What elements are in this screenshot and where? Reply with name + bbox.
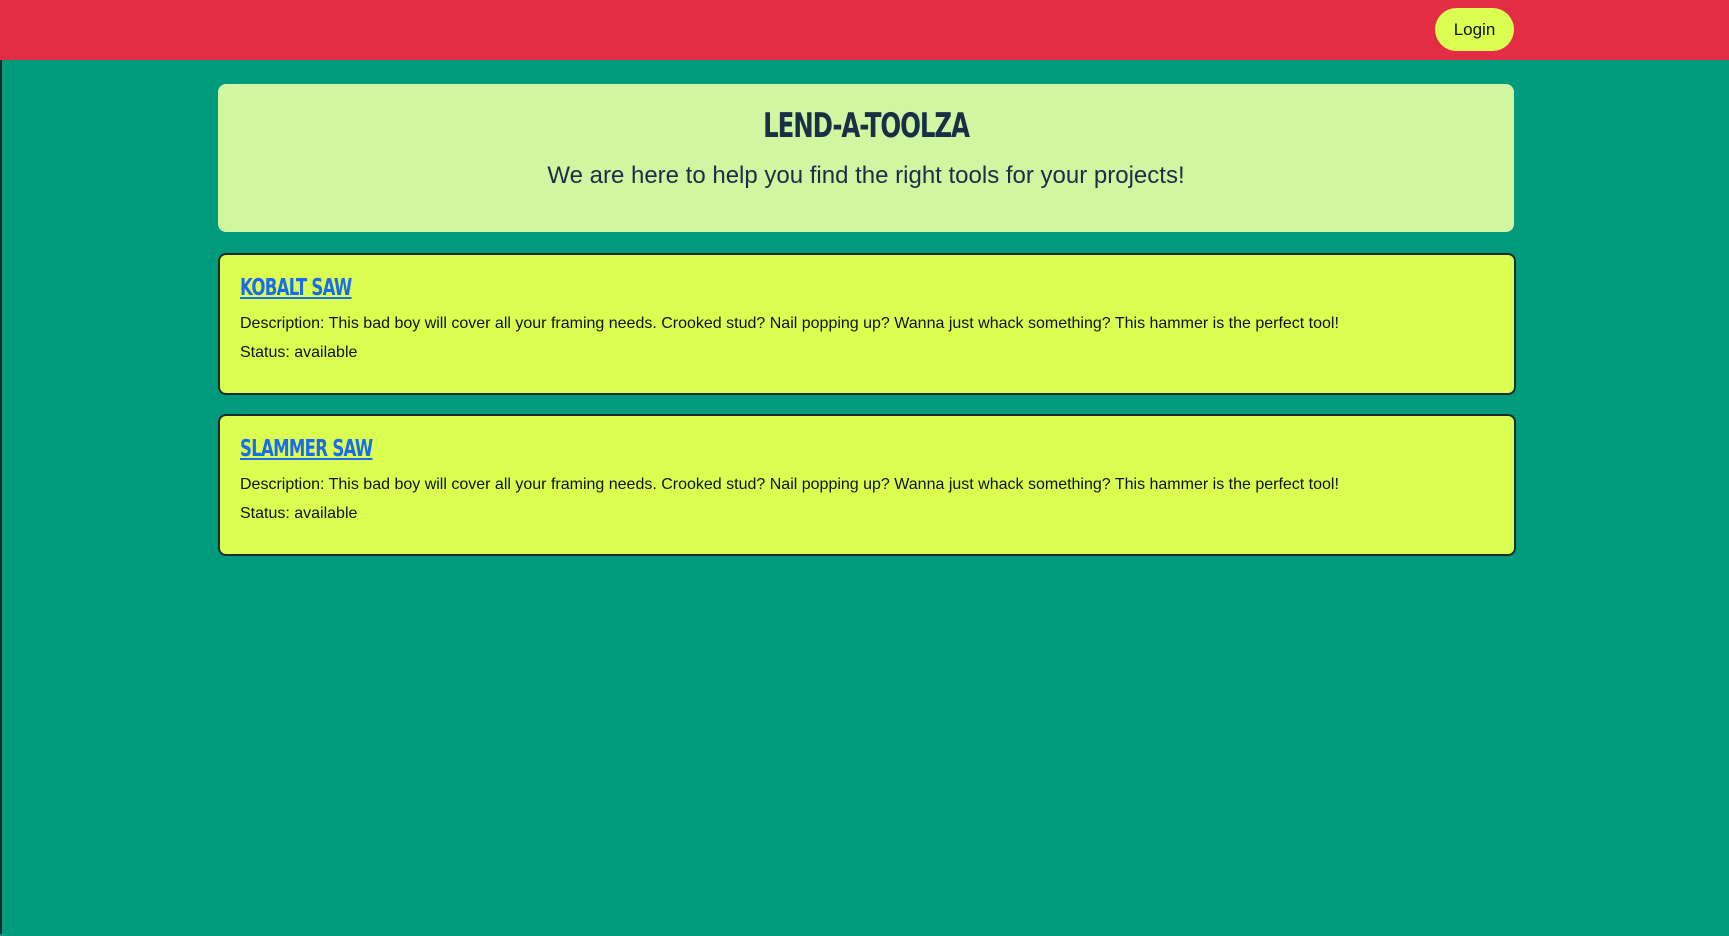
tool-status: Status: available xyxy=(240,344,358,361)
tool-name-link[interactable]: SLAMMER SAW xyxy=(240,436,373,462)
tool-description: Description: This bad boy will cover all… xyxy=(240,476,1339,493)
site-tagline: We are here to help you find the right t… xyxy=(547,162,1185,189)
tool-card: KOBALT SAW Description: This bad boy wil… xyxy=(218,253,1516,395)
top-nav-bar: Login xyxy=(0,0,1729,60)
hero-banner: LEND-A-TOOLZA We are here to help you fi… xyxy=(218,84,1514,232)
tool-name-link[interactable]: KOBALT SAW xyxy=(240,275,352,301)
login-button[interactable]: Login xyxy=(1435,8,1514,51)
site-title: LEND-A-TOOLZA xyxy=(763,106,970,146)
tool-description: Description: This bad boy will cover all… xyxy=(240,315,1339,332)
tool-card: SLAMMER SAW Description: This bad boy wi… xyxy=(218,414,1516,556)
tool-status: Status: available xyxy=(240,505,358,522)
